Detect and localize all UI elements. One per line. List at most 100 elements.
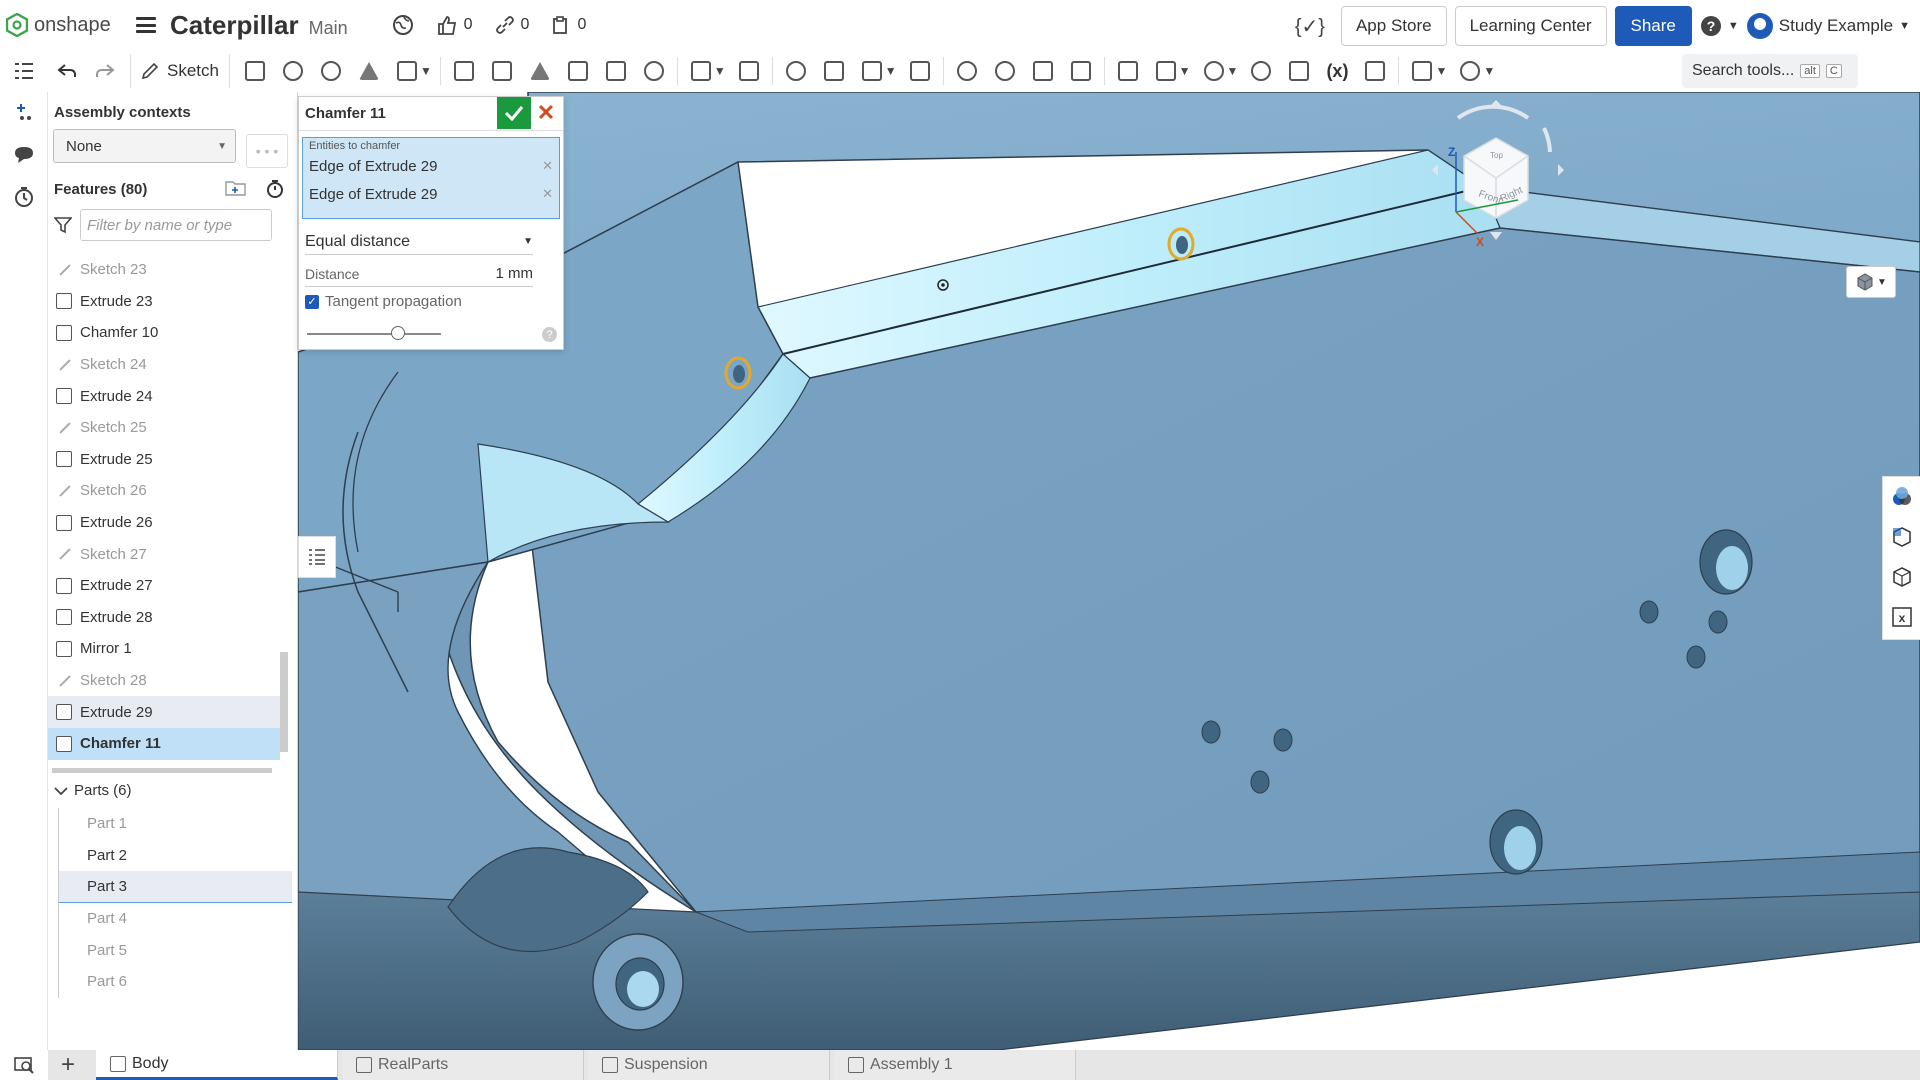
undo-icon[interactable]	[48, 54, 86, 88]
comments-icon[interactable]	[0, 134, 48, 176]
feature-item[interactable]: Sketch 27	[48, 538, 280, 570]
tab-realparts[interactable]: RealParts	[342, 1050, 584, 1080]
delete-face-icon[interactable]	[986, 54, 1024, 88]
menu-icon[interactable]	[136, 17, 156, 33]
list-toggle-button[interactable]	[298, 536, 336, 578]
branch-name[interactable]: Main	[309, 18, 348, 39]
redo-icon[interactable]	[86, 54, 124, 88]
distance-value[interactable]: 1 mm	[496, 265, 534, 282]
import-icon[interactable]	[1280, 54, 1318, 88]
user-menu[interactable]: Study Example ▼	[1746, 13, 1910, 39]
chevron-down-icon[interactable]: ▼	[420, 64, 432, 78]
part-item[interactable]: Part 5	[58, 934, 292, 966]
slider-thumb[interactable]	[391, 326, 405, 340]
feature-item[interactable]: Extrude 28	[48, 602, 280, 634]
feature-item[interactable]: Chamfer 10	[48, 317, 280, 349]
assembly-context-select[interactable]: None ▼	[53, 129, 236, 163]
measurement-type-select[interactable]: Equal distance ▼	[305, 229, 533, 255]
search-tabs-icon[interactable]	[0, 1050, 48, 1080]
modify-fillet-icon[interactable]	[948, 54, 986, 88]
distance-field[interactable]: Distance 1 mm	[305, 261, 533, 287]
exploded-view-icon[interactable]	[1883, 557, 1920, 597]
configuration-variables-icon[interactable]: x	[1883, 597, 1920, 637]
share-button[interactable]: Share	[1614, 6, 1692, 46]
replace-face-icon[interactable]	[1062, 54, 1100, 88]
app-store-button[interactable]: App Store	[1340, 6, 1447, 46]
part-item[interactable]: Part 4	[58, 902, 292, 935]
horizontal-scrollbar[interactable]	[52, 768, 272, 773]
tab-assembly-1[interactable]: Assembly 1	[834, 1050, 1076, 1080]
plane-icon[interactable]	[1109, 54, 1147, 88]
feature-item[interactable]: Sketch 28	[48, 665, 280, 697]
remove-icon[interactable]: ✕	[542, 186, 553, 202]
feature-item[interactable]: Extrude 24	[48, 380, 280, 412]
mirror-icon[interactable]	[730, 54, 768, 88]
help-menu[interactable]: ? ▼	[1700, 15, 1739, 37]
delete-part-icon[interactable]	[901, 54, 939, 88]
sketch-button[interactable]: Sketch	[130, 54, 230, 88]
hole-icon[interactable]	[635, 54, 673, 88]
document-title[interactable]: Caterpillar	[170, 10, 299, 41]
rib-icon[interactable]	[559, 54, 597, 88]
sweep-icon[interactable]	[312, 54, 350, 88]
feature-item[interactable]: Sketch 26	[48, 475, 280, 507]
like-button[interactable]: 0	[436, 14, 473, 36]
feature-item[interactable]: Extrude 23	[48, 286, 280, 318]
feature-item[interactable]: Mirror 1	[48, 633, 280, 665]
feature-item[interactable]: Sketch 23	[48, 254, 280, 286]
public-globe-icon[interactable]	[392, 14, 414, 36]
insert-icon[interactable]	[0, 92, 48, 134]
part-item[interactable]: Part 2	[58, 839, 292, 872]
accept-button[interactable]	[497, 97, 531, 129]
slider-track[interactable]	[307, 333, 441, 335]
feature-item[interactable]: Chamfer 11	[48, 727, 280, 760]
feature-list-icon[interactable]	[0, 61, 48, 81]
chevron-down-icon[interactable]: ▼	[885, 64, 897, 78]
draft-icon[interactable]	[521, 54, 559, 88]
extrude-icon[interactable]	[236, 54, 274, 88]
search-tools-input[interactable]: Search tools... alt C	[1682, 54, 1858, 88]
chevron-down-icon[interactable]: ▼	[714, 64, 726, 78]
feature-item[interactable]: Extrude 26	[48, 507, 280, 539]
filter-icon[interactable]	[54, 216, 72, 234]
fillet-icon[interactable]	[445, 54, 483, 88]
chevron-down-icon[interactable]: ▼	[1227, 64, 1239, 78]
onshape-logo[interactable]: onshape	[0, 13, 130, 37]
checkbox-checked-icon[interactable]: ✓	[305, 294, 319, 309]
boolean-icon[interactable]	[777, 54, 815, 88]
remove-icon[interactable]: ✕	[542, 158, 553, 174]
revolve-icon[interactable]	[274, 54, 312, 88]
shell-icon[interactable]	[597, 54, 635, 88]
variable-icon[interactable]: (x)	[1318, 54, 1356, 88]
section-view-icon[interactable]	[1883, 517, 1920, 557]
feature-item[interactable]: Extrude 29	[48, 696, 280, 728]
feature-scrollbar[interactable]	[280, 652, 288, 752]
tab-suspension[interactable]: Suspension	[588, 1050, 830, 1080]
filter-input[interactable]: Filter by name or type	[80, 209, 272, 241]
links-button[interactable]: 0	[495, 15, 529, 35]
loft-icon[interactable]	[350, 54, 388, 88]
part-item[interactable]: Part 1	[58, 808, 292, 840]
chevron-down-icon[interactable]: ▼	[1483, 64, 1495, 78]
feature-item[interactable]: Extrude 27	[48, 570, 280, 602]
learning-center-button[interactable]: Learning Center	[1454, 6, 1607, 46]
feature-item[interactable]: Extrude 25	[48, 444, 280, 476]
chevron-down-icon[interactable]: ▼	[1179, 64, 1191, 78]
rollback-timer-icon[interactable]	[265, 179, 285, 199]
measure-icon[interactable]	[1242, 54, 1280, 88]
part-item[interactable]: Part 6	[58, 965, 292, 998]
part-item[interactable]: Part 3	[58, 871, 292, 903]
feature-item[interactable]: Sketch 25	[48, 412, 280, 444]
tab-body[interactable]: Body	[96, 1050, 338, 1080]
history-icon[interactable]	[0, 176, 48, 218]
chevron-down-icon[interactable]: ▼	[1435, 64, 1447, 78]
view-cube[interactable]: Front Right Top Z X	[1418, 92, 1578, 252]
more-options-button[interactable]: • • •	[246, 134, 288, 168]
feature-item[interactable]: Sketch 24	[48, 349, 280, 381]
cancel-button[interactable]: ✕	[533, 97, 559, 129]
split-icon[interactable]	[815, 54, 853, 88]
entities-selection-box[interactable]: Entities to chamfer Edge of Extrude 29 ✕…	[302, 137, 560, 219]
move-face-icon[interactable]	[1024, 54, 1062, 88]
variable-studio-icon[interactable]: {✓}	[1295, 14, 1325, 39]
appearance-icon[interactable]	[1883, 477, 1920, 517]
